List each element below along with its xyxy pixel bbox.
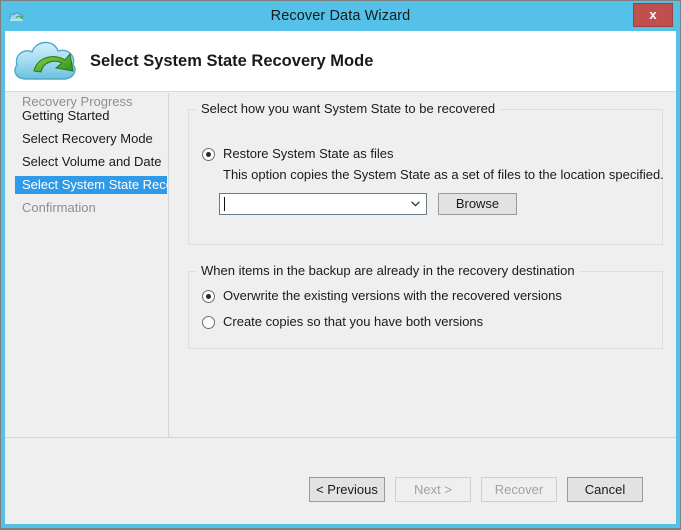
radio-create-copies[interactable]: Create copies so that you have both vers… <box>202 314 483 330</box>
cloud-recovery-icon <box>10 35 86 87</box>
browse-button[interactable]: Browse <box>438 193 517 215</box>
sidebar-item-recovery-progress: Recovery Progress <box>22 94 133 109</box>
page-header: Select System State Recovery Mode <box>5 31 676 92</box>
sidebar-item-select-system-state[interactable]: Select System State Reco... <box>15 176 167 194</box>
radio-restore-as-files-label: Restore System State as files <box>223 146 394 161</box>
previous-button[interactable]: < Previous <box>309 477 385 502</box>
recover-button: Recover <box>481 477 557 502</box>
recovery-method-legend: Select how you want System State to be r… <box>197 101 500 116</box>
radio-indicator <box>202 316 215 329</box>
next-button: Next > <box>395 477 471 502</box>
client-area: Select System State Recovery Mode Gettin… <box>5 31 676 524</box>
chevron-down-icon[interactable] <box>407 194 424 214</box>
window-title: Recover Data Wizard <box>270 8 411 24</box>
radio-indicator <box>202 148 215 161</box>
sidebar-item-confirmation: Confirmation <box>22 200 96 215</box>
conflict-handling-group: When items in the backup are already in … <box>188 263 663 349</box>
radio-restore-as-files[interactable]: Restore System State as files <box>202 146 394 162</box>
title-bar: Recover Data Wizard x <box>1 1 680 31</box>
radio-overwrite-existing[interactable]: Overwrite the existing versions with the… <box>202 288 562 304</box>
radio-create-copies-label: Create copies so that you have both vers… <box>223 314 484 329</box>
conflict-handling-legend: When items in the backup are already in … <box>197 263 579 278</box>
sidebar-item-select-volume-date[interactable]: Select Volume and Date <box>15 153 167 171</box>
close-button[interactable]: x <box>633 3 673 27</box>
radio-indicator <box>202 290 215 303</box>
destination-path-combobox[interactable] <box>219 193 427 215</box>
sidebar-item-select-recovery-mode[interactable]: Select Recovery Mode <box>15 130 167 148</box>
recovery-method-group: Select how you want System State to be r… <box>188 101 664 245</box>
text-caret <box>224 197 225 211</box>
radio-overwrite-existing-label: Overwrite the existing versions with the… <box>223 288 562 303</box>
cancel-button[interactable]: Cancel <box>567 477 643 502</box>
recovery-method-hint: This option copies the System State as a… <box>223 167 664 182</box>
wizard-window: Recover Data Wizard x Select System Stat… <box>0 0 681 530</box>
page-title: Select System State Recovery Mode <box>90 52 374 70</box>
footer-bar: < Previous Next > Recover Cancel <box>5 438 676 524</box>
